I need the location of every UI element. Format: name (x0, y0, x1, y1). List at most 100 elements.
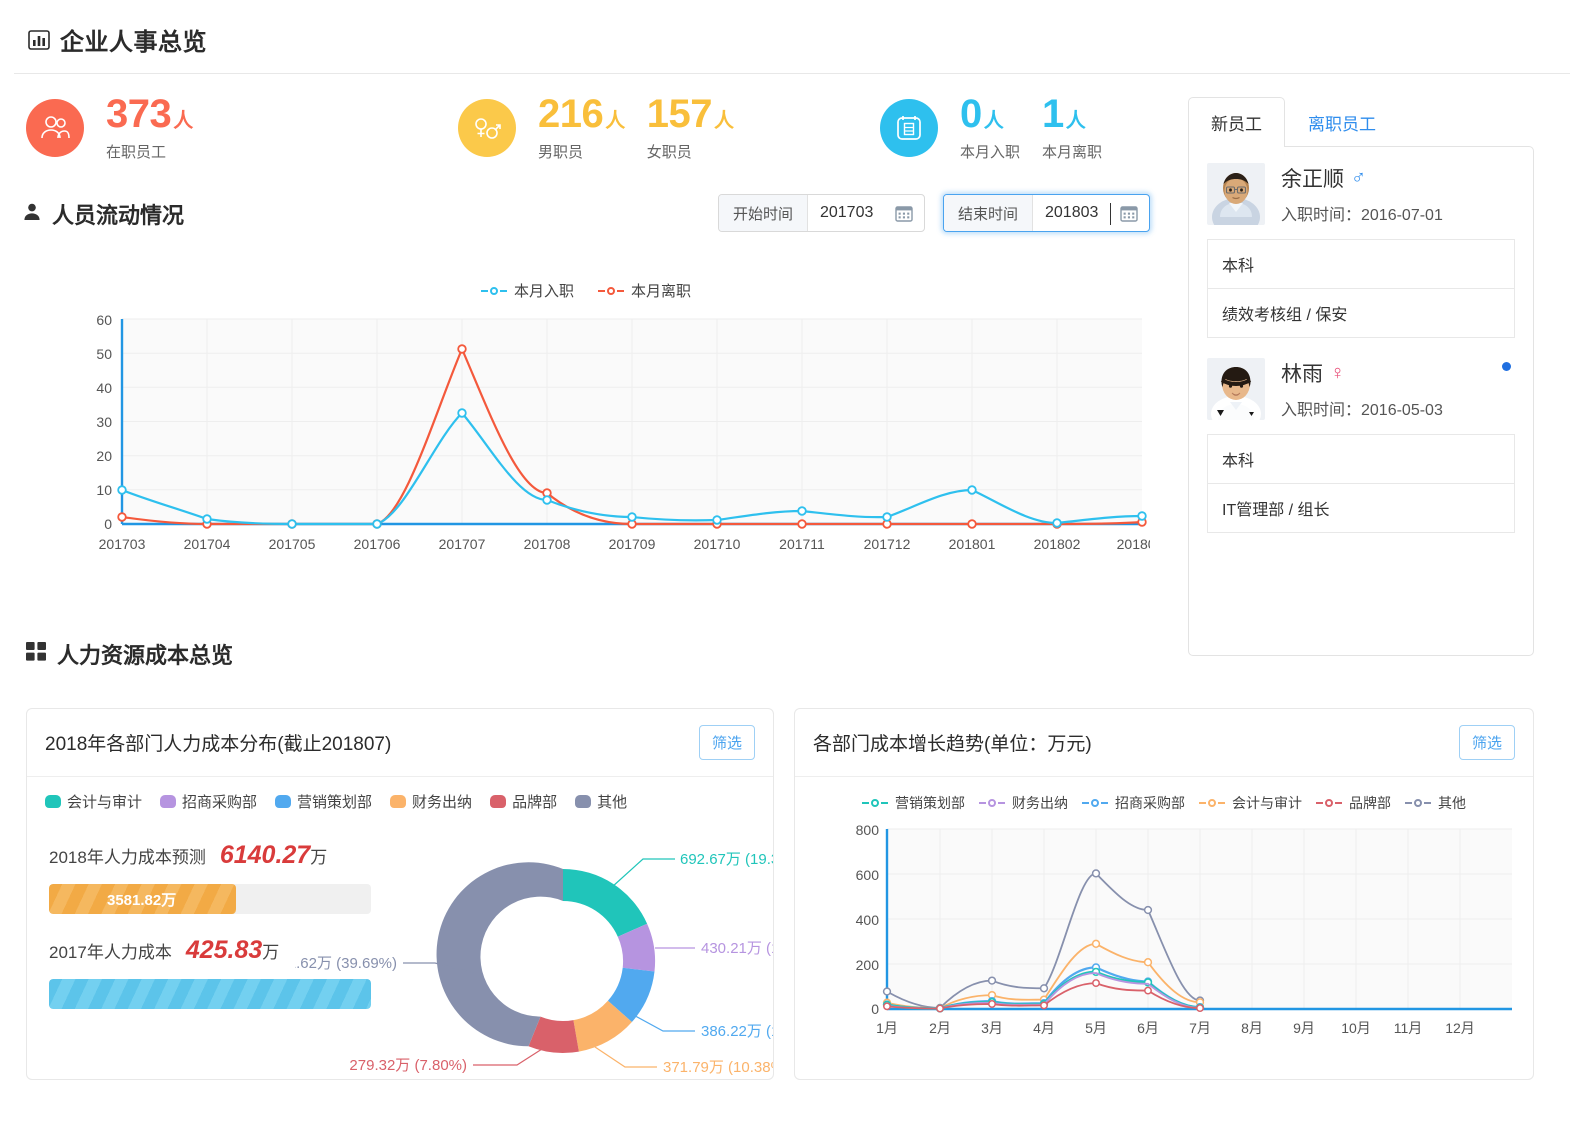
kpi-label: 本月离职 (1042, 144, 1103, 161)
legend-item[interactable]: 财务出纳 (979, 793, 1068, 813)
legend-item[interactable]: 其他 (1405, 793, 1466, 813)
calendar-icon[interactable] (894, 195, 924, 231)
svg-text:8月: 8月 (1241, 1020, 1263, 1036)
donut-label-4: 279.32万 (7.80%) (349, 1057, 467, 1074)
kpi-unit: 人 (714, 110, 734, 132)
legend-item[interactable]: 其他 (575, 791, 627, 812)
start-date-input[interactable]: 201703 (808, 195, 894, 231)
employee-education: 本科 (1208, 240, 1514, 289)
kpi-value: 216 (538, 92, 604, 136)
svg-text:201706: 201706 (354, 536, 401, 552)
donut-label-1: 430.21万 (12. (701, 940, 774, 957)
forecast-progress-fill: 3581.82万 (49, 884, 236, 914)
svg-text:10月: 10月 (1341, 1020, 1371, 1036)
legend-item[interactable]: 品牌部 (1316, 793, 1391, 813)
kpi-item: 0人 本月入职 (960, 94, 1020, 162)
legend-item[interactable]: 本月入职 (480, 280, 574, 301)
legend-label: 本月离职 (631, 283, 692, 300)
grid-icon (26, 641, 47, 667)
unread-indicator-dot (1502, 362, 1511, 371)
employee-card[interactable]: 余正顺 ♂ 入职时间：2016-07-01 本科 绩效考核组 / 保安 (1189, 147, 1533, 338)
kpi-value: 373 (106, 92, 172, 136)
tab-new-employees[interactable]: 新员工 (1188, 97, 1285, 147)
page-header: 企业人事总览 (14, 0, 1570, 74)
employee-detail-rows: 本科 IT管理部 / 组长 (1207, 434, 1515, 533)
svg-text:201801: 201801 (949, 536, 996, 552)
employee-department: IT管理部 / 组长 (1208, 484, 1514, 533)
employee-name-row: 林雨 ♀ (1281, 358, 1443, 388)
svg-text:20: 20 (96, 448, 112, 464)
legend-label: 营销策划部 (297, 794, 373, 811)
cost-section-title: 人力资源成本总览 (57, 643, 234, 668)
legend-marker-icon (1082, 797, 1108, 809)
svg-text:7月: 7月 (1189, 1020, 1211, 1036)
legend-swatch-icon (45, 795, 61, 808)
card-header: 各部门成本增长趋势(单位：万元) 筛选 (795, 709, 1533, 777)
filter-button[interactable]: 筛选 (698, 725, 755, 760)
svg-text:201712: 201712 (864, 536, 911, 552)
svg-text:0: 0 (871, 1001, 879, 1017)
kpi-label: 女职员 (646, 144, 692, 161)
kpi-value: 1 (1042, 92, 1064, 136)
kpi-label: 在职员工 (106, 144, 167, 161)
legend-item[interactable]: 招商采购部 (160, 791, 257, 812)
gender-male-icon: ♂ (1351, 166, 1366, 189)
svg-text:6月: 6月 (1137, 1020, 1159, 1036)
end-date-label: 结束时间 (943, 195, 1033, 231)
legend-item[interactable]: 会计与审计 (45, 791, 142, 812)
svg-text:11月: 11月 (1394, 1020, 1423, 1036)
gender-icon (458, 99, 516, 157)
avatar (1207, 163, 1265, 225)
legend-label: 其他 (1438, 795, 1466, 811)
svg-text:201803: 201803 (1117, 536, 1150, 552)
svg-text:60: 60 (96, 312, 112, 328)
people-icon (26, 99, 84, 157)
svg-text:10: 10 (96, 482, 112, 498)
end-date-field[interactable]: 结束时间 201803 (942, 194, 1150, 232)
cost-section-heading: 人力资源成本总览 (26, 638, 233, 670)
legend-item[interactable]: 营销策划部 (275, 791, 372, 812)
legend-item[interactable]: 本月离职 (598, 280, 691, 301)
legend-swatch-icon (160, 795, 177, 808)
date-filters: 开始时间 201703 结束时间 201803 (717, 194, 1150, 232)
kpi-item: 373 人 在职员工 (106, 94, 193, 162)
filter-button[interactable]: 筛选 (1458, 725, 1515, 760)
donut-label-0: 692.67万 (19.34%) (680, 851, 774, 868)
employee-panel: 新员工 离职员工 余正顺 ♂ 入职时间：2016-07-01 本科 绩效考核组 … (1188, 96, 1534, 656)
employee-hire-date: 入职时间：2016-05-03 (1281, 402, 1443, 419)
kpi-group-headcount: 373 人 在职员工 (26, 94, 193, 162)
kpi-item: 216 人 男职员 (538, 94, 625, 162)
svg-text:40: 40 (96, 380, 112, 396)
calendar-icon[interactable] (1119, 195, 1149, 231)
kpi-group-gender: 216 人 男职员 157 人 女职员 (458, 94, 734, 162)
svg-text:201710: 201710 (694, 536, 741, 552)
legend-label: 会计与审计 (67, 794, 143, 811)
legend-marker-icon (480, 285, 507, 297)
svg-text:201704: 201704 (184, 536, 231, 552)
svg-text:800: 800 (856, 822, 880, 838)
flow-line-chart: 60 50 40 30 20 10 0 201703 201704 201705 20170… (22, 311, 1163, 566)
tab-departed-employees[interactable]: 离职员工 (1285, 97, 1399, 147)
kpi-unit: 人 (1065, 110, 1086, 132)
card-header: 2018年各部门人力成本分布(截止201807) 筛选 (27, 709, 773, 777)
legend-label: 品牌部 (1349, 795, 1391, 811)
trend-legend: 营销策划部 财务出纳 招商采购部 会计与审计 品牌部 其他 (795, 793, 1533, 813)
legend-swatch-icon (390, 795, 407, 808)
legend-item[interactable]: 招商采购部 (1082, 793, 1185, 813)
legend-marker-icon (862, 797, 888, 809)
svg-text:9月: 9月 (1293, 1020, 1315, 1036)
legend-label: 招商采购部 (182, 794, 258, 811)
legend-item[interactable]: 品牌部 (490, 791, 557, 812)
kpi-item: 1人 本月离职 (1042, 94, 1102, 162)
legend-item[interactable]: 会计与审计 (1199, 793, 1302, 813)
legend-item[interactable]: 营销策划部 (862, 793, 965, 813)
start-date-field[interactable]: 开始时间 201703 (717, 194, 925, 232)
end-date-input[interactable]: 201803 (1033, 195, 1119, 231)
legend-swatch-icon (275, 795, 292, 808)
legend-item[interactable]: 财务出纳 (390, 791, 472, 812)
employee-card[interactable]: 林雨 ♀ 入职时间：2016-05-03 本科 IT管理部 / 组长 (1189, 338, 1533, 533)
svg-text:4月: 4月 (1033, 1020, 1055, 1036)
svg-text:201708: 201708 (524, 536, 571, 552)
start-date-label: 开始时间 (718, 195, 808, 231)
donut-label-5: 1421.62万 (39.69%) (295, 955, 397, 972)
